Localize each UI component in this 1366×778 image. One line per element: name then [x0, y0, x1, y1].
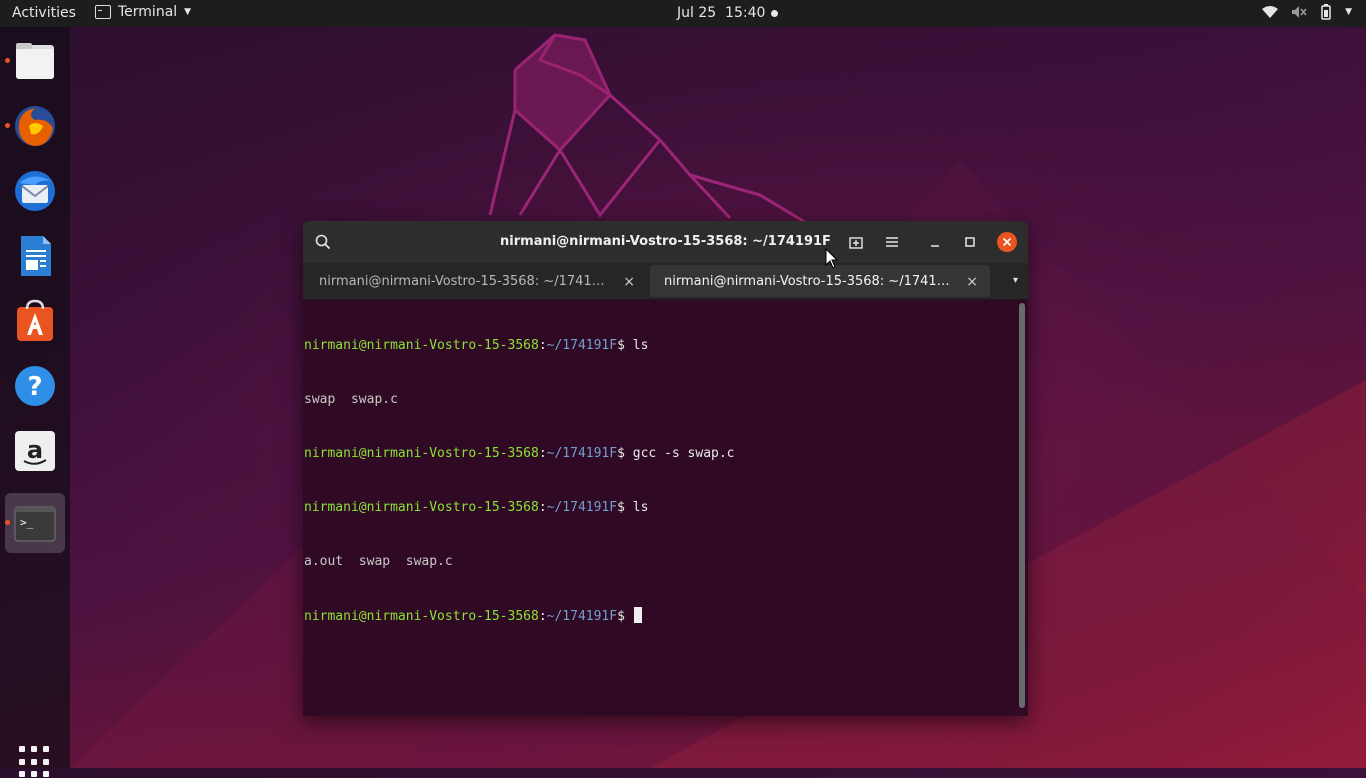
chevron-down-icon: ▼: [184, 7, 192, 17]
software-center-icon: [17, 299, 53, 341]
tab-close-icon[interactable]: ×: [623, 274, 635, 290]
command-text: ls: [632, 338, 649, 353]
top-bar: Activities Terminal ▼ Jul 25 15:40 ▼: [0, 0, 1366, 27]
firefox-icon: [15, 106, 55, 146]
help-icon: ?: [15, 366, 55, 406]
activities-button[interactable]: Activities: [12, 5, 76, 21]
prompt-path: ~/174191F: [546, 609, 618, 624]
running-indicator: [5, 123, 10, 128]
power-menu-caret-icon: ▼: [1345, 7, 1352, 17]
terminal-scrollbar[interactable]: [1019, 303, 1025, 708]
terminal-app-icon: [95, 5, 111, 19]
volume-muted-icon: [1291, 5, 1307, 19]
svg-text:a: a: [27, 436, 43, 464]
svg-text:>_: >_: [20, 516, 34, 529]
tab-1[interactable]: nirmani@nirmani-Vostro-15-3568: ~/1741… …: [305, 265, 647, 297]
prompt-user-host: nirmani@nirmani-Vostro-15-3568: [304, 500, 539, 515]
terminal-output[interactable]: nirmani@nirmani-Vostro-15-3568:~/174191F…: [304, 301, 1014, 713]
running-indicator: [5, 520, 10, 525]
window-title: nirmani@nirmani-Vostro-15-3568: ~/174191…: [500, 234, 831, 249]
text-cursor: [633, 607, 642, 623]
prompt-path: ~/174191F: [546, 446, 618, 461]
command-text: gcc -s swap.c: [632, 446, 735, 461]
system-tray[interactable]: ▼: [1261, 4, 1352, 20]
app-menu-button[interactable]: Terminal ▼: [95, 4, 191, 20]
notification-dot-icon: [771, 9, 779, 17]
terminal-line: a.out swap swap.c: [304, 553, 1014, 571]
tab-label: nirmani@nirmani-Vostro-15-3568: ~/1741…: [319, 273, 605, 289]
dock-item-help[interactable]: ?: [5, 356, 65, 416]
app-menu-label: Terminal: [118, 4, 178, 20]
running-indicator: [5, 58, 10, 63]
tab-bar: nirmani@nirmani-Vostro-15-3568: ~/1741… …: [303, 263, 1028, 300]
writer-icon: [21, 236, 51, 276]
svg-text:?: ?: [27, 372, 42, 402]
command-text: ls: [632, 500, 649, 515]
dock-item-writer[interactable]: [5, 226, 65, 286]
dock-item-files[interactable]: [5, 31, 65, 91]
minimize-icon[interactable]: [925, 232, 945, 252]
prompt-user-host: nirmani@nirmani-Vostro-15-3568: [304, 446, 539, 461]
prompt-path: ~/174191F: [546, 338, 618, 353]
prompt-path: ~/174191F: [546, 500, 618, 515]
terminal-line: nirmani@nirmani-Vostro-15-3568:~/174191F…: [304, 607, 1014, 625]
window-headerbar[interactable]: nirmani@nirmani-Vostro-15-3568: ~/174191…: [303, 221, 1028, 263]
terminal-icon: >_: [14, 506, 56, 542]
tab-2[interactable]: nirmani@nirmani-Vostro-15-3568: ~/1741… …: [650, 265, 990, 297]
terminal-line: nirmani@nirmani-Vostro-15-3568:~/174191F…: [304, 500, 649, 515]
output-text: a.out swap swap.c: [304, 554, 453, 569]
clock-label: Jul 25 15:40: [677, 5, 766, 21]
tab-label: nirmani@nirmani-Vostro-15-3568: ~/1741…: [664, 273, 950, 289]
folder-icon: [16, 43, 54, 79]
output-text: swap swap.c: [304, 392, 398, 407]
mouse-pointer-icon: [825, 248, 839, 269]
close-icon[interactable]: [997, 232, 1017, 252]
new-tab-icon[interactable]: [846, 232, 866, 252]
tab-close-icon[interactable]: ×: [966, 274, 978, 290]
battery-icon: [1319, 4, 1333, 20]
clock-button[interactable]: Jul 25 15:40: [677, 5, 779, 21]
terminal-window: nirmani@nirmani-Vostro-15-3568: ~/174191…: [303, 221, 1028, 716]
maximize-icon[interactable]: [960, 232, 980, 252]
amazon-icon: a: [15, 431, 55, 471]
dock: ? a >_: [0, 27, 70, 778]
dock-item-terminal[interactable]: >_: [5, 493, 65, 553]
terminal-line: swap swap.c: [304, 391, 1014, 409]
hamburger-menu-icon[interactable]: [882, 232, 902, 252]
dock-item-thunderbird[interactable]: [5, 161, 65, 221]
dock-item-software[interactable]: [5, 291, 65, 351]
terminal-line: nirmani@nirmani-Vostro-15-3568:~/174191F…: [304, 338, 649, 353]
prompt-user-host: nirmani@nirmani-Vostro-15-3568: [304, 609, 539, 624]
dock-item-firefox[interactable]: [5, 96, 65, 156]
tab-list-chevron-icon[interactable]: ▾: [1013, 275, 1018, 286]
prompt-user-host: nirmani@nirmani-Vostro-15-3568: [304, 338, 539, 353]
thunderbird-icon: [15, 171, 55, 211]
dock-item-amazon[interactable]: a: [5, 421, 65, 481]
wifi-icon: [1261, 5, 1279, 19]
terminal-line: nirmani@nirmani-Vostro-15-3568:~/174191F…: [304, 446, 735, 461]
app-grid-icon[interactable]: [19, 746, 51, 778]
